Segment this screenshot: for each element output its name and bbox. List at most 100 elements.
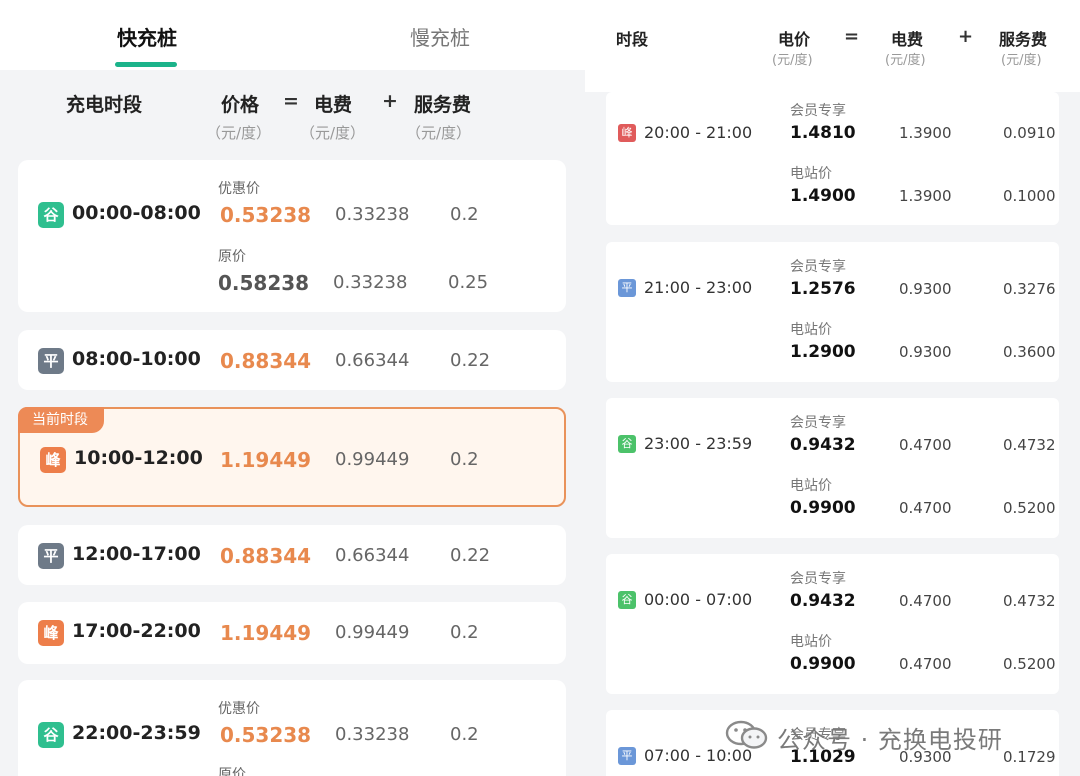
elec-fee: 0.99449	[335, 622, 410, 643]
station-elec-fee: 1.3900	[899, 187, 952, 205]
header-equals: =	[844, 26, 860, 47]
member-label: 会员专享	[790, 571, 846, 587]
service-fee: 0.22	[450, 545, 491, 566]
member-service-fee: 0.4732	[1003, 592, 1056, 610]
period-time: 22:00-23:59	[72, 722, 201, 744]
price: 1.19449	[220, 448, 312, 472]
station-price: 0.9900	[790, 654, 856, 674]
wechat-icon	[725, 720, 768, 749]
service-fee: 0.2	[450, 449, 479, 470]
service-fee: 0.22	[450, 350, 491, 371]
period-time: 17:00-22:00	[72, 620, 201, 642]
service-fee: 0.2	[450, 622, 479, 643]
header-price: 电价	[778, 30, 811, 49]
price: 0.88344	[220, 544, 312, 568]
member-price: 0.9432	[790, 435, 856, 455]
member-service-fee: 0.3276	[1003, 280, 1056, 298]
member-elec-fee: 0.9300	[899, 280, 952, 298]
header-price-unit: (元/度)	[772, 53, 813, 68]
original-service-fee: 0.25	[448, 272, 489, 293]
valley-badge: 谷	[618, 591, 636, 609]
header-elec-unit: （元/度）	[300, 124, 366, 142]
header-electricity-fee: 电费	[314, 94, 353, 116]
member-label: 会员专享	[790, 415, 846, 431]
station-service-fee: 0.1000	[1003, 187, 1056, 205]
header-plus: +	[382, 90, 398, 112]
member-price: 1.2576	[790, 279, 856, 299]
header-price: 价格	[221, 94, 260, 116]
valley-badge: 谷	[38, 202, 64, 228]
header-service-fee: 服务费	[414, 94, 472, 116]
price-row-08-10[interactable]: 平 08:00-10:00 0.88344 0.66344 0.22	[18, 330, 566, 390]
tab-slow-charge[interactable]: 慢充桩	[410, 22, 470, 51]
member-label: 会员专享	[790, 103, 846, 119]
promo-label: 优惠价	[218, 181, 260, 197]
member-service-fee: 0.4732	[1003, 436, 1056, 454]
header-period: 时段	[616, 30, 649, 49]
watermark: 公众号 · 充换电投研	[725, 716, 1065, 756]
promo-label: 优惠价	[218, 701, 260, 717]
period-time: 20:00 - 21:00	[644, 123, 753, 142]
station-row-00-07[interactable]: 谷 00:00 - 07:00 会员专享 0.9432 0.4700 0.473…	[606, 554, 1059, 694]
station-elec-fee: 0.4700	[899, 499, 952, 517]
flat-badge: 平	[38, 543, 64, 569]
price-row-22-24[interactable]: 谷 22:00-23:59 优惠价 0.53238 0.33238 0.2 原价	[18, 680, 566, 776]
promo-elec-fee: 0.33238	[335, 724, 410, 745]
original-label: 原价	[218, 249, 246, 265]
active-tab-indicator	[115, 62, 177, 67]
price-row-12-17[interactable]: 平 12:00-17:00 0.88344 0.66344 0.22	[18, 525, 566, 585]
period-time: 00:00-08:00	[72, 202, 201, 224]
peak-badge: 峰	[40, 447, 66, 473]
station-label: 电站价	[790, 634, 832, 650]
period-time: 21:00 - 23:00	[644, 278, 753, 297]
elec-fee: 0.99449	[335, 449, 410, 470]
header-period: 充电时段	[66, 94, 143, 116]
original-elec-fee: 0.33238	[333, 272, 408, 293]
header-service-fee: 服务费	[999, 30, 1048, 49]
current-period-tag: 当前时段	[18, 407, 104, 433]
station-row-21-23[interactable]: 平 21:00 - 23:00 会员专享 1.2576 0.9300 0.327…	[606, 242, 1059, 382]
promo-elec-fee: 0.33238	[335, 204, 410, 225]
station-price-panel: 时段 电价 = 电费 + 服务费 (元/度) (元/度) (元/度) 峰 20:…	[585, 0, 1080, 776]
station-price-header: 时段 电价 = 电费 + 服务费 (元/度) (元/度) (元/度)	[585, 0, 1080, 92]
valley-badge: 谷	[38, 722, 64, 748]
original-price: 0.58238	[218, 271, 310, 295]
elec-fee: 0.66344	[335, 545, 410, 566]
valley-badge: 谷	[618, 435, 636, 453]
price-table-header: 充电时段 价格 = 电费 + 服务费 （元/度） （元/度） （元/度）	[0, 70, 585, 158]
station-price: 0.9900	[790, 498, 856, 518]
promo-price: 0.53238	[220, 203, 312, 227]
original-label: 原价	[218, 767, 246, 776]
fast-charge-panel: 快充桩 慢充桩 充电时段 价格 = 电费 + 服务费 （元/度） （元/度） （…	[0, 0, 585, 776]
station-label: 电站价	[790, 166, 832, 182]
watermark-text: 公众号 · 充换电投研	[777, 726, 1003, 754]
price-row-00-08[interactable]: 谷 00:00-08:00 优惠价 0.53238 0.33238 0.2 原价…	[18, 160, 566, 312]
header-service-unit: （元/度）	[406, 124, 472, 142]
peak-badge: 峰	[38, 620, 64, 646]
promo-service-fee: 0.2	[450, 204, 479, 225]
period-time: 10:00-12:00	[74, 447, 203, 469]
station-row-23-24[interactable]: 谷 23:00 - 23:59 会员专享 0.9432 0.4700 0.473…	[606, 398, 1059, 538]
price: 0.88344	[220, 349, 312, 373]
station-service-fee: 0.5200	[1003, 655, 1056, 673]
price-row-10-12-current[interactable]: 当前时段 峰 10:00-12:00 1.19449 0.99449 0.2	[18, 407, 566, 507]
member-elec-fee: 0.4700	[899, 592, 952, 610]
header-plus: +	[958, 26, 974, 47]
station-price: 1.4900	[790, 186, 856, 206]
member-label: 会员专享	[790, 259, 846, 275]
period-time: 12:00-17:00	[72, 543, 201, 565]
header-price-unit: （元/度）	[206, 124, 272, 142]
peak-badge: 峰	[618, 124, 636, 142]
station-row-20-21[interactable]: 峰 20:00 - 21:00 会员专享 1.4810 1.3900 0.091…	[606, 92, 1059, 225]
price-row-17-22[interactable]: 峰 17:00-22:00 1.19449 0.99449 0.2	[18, 602, 566, 664]
header-elec-unit: (元/度)	[885, 53, 926, 68]
station-elec-fee: 0.9300	[899, 343, 952, 361]
tab-fast-charge[interactable]: 快充桩	[117, 22, 177, 51]
promo-service-fee: 0.2	[450, 724, 479, 745]
charger-tabs: 快充桩 慢充桩	[0, 0, 585, 70]
member-elec-fee: 1.3900	[899, 124, 952, 142]
header-equals: =	[283, 90, 299, 112]
promo-price: 0.53238	[220, 723, 312, 747]
member-price: 1.4810	[790, 123, 856, 143]
member-price: 0.9432	[790, 591, 856, 611]
